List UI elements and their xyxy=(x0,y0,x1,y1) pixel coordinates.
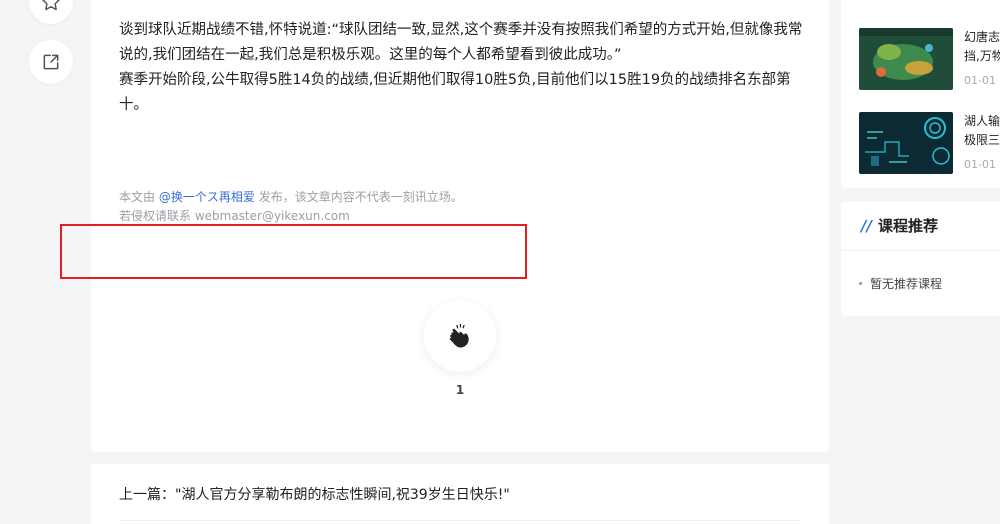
course-empty-text: 暂无推荐课程 xyxy=(870,277,943,291)
heading-mark: // xyxy=(861,216,872,235)
prev-label: 上一篇： xyxy=(119,487,175,503)
favorite-button[interactable] xyxy=(29,0,73,24)
course-heading: // 课程推荐 xyxy=(861,215,938,236)
hot-articles-card: 幻唐志 挡,万物 01-01 1 湖人输 极限三 01-01 1 xyxy=(841,0,1000,188)
share-button[interactable] xyxy=(29,40,73,84)
article-paragraph: 谈到球队近期战绩不错,怀特说道:“球队团结一致,显然,这个赛季并没有按照我们希望… xyxy=(119,22,803,63)
clap-count: 1 xyxy=(455,383,465,397)
disclaimer-suffix: 发布，该文章内容不代表一刻讯立场。 xyxy=(258,190,463,204)
article-disclaimer: 本文由 @换一个ス再相爱 发布，该文章内容不代表一刻讯立场。 若侵权请联系 we… xyxy=(119,188,463,226)
divider xyxy=(119,520,801,521)
article-thumbnail[interactable] xyxy=(859,112,953,174)
clap-icon xyxy=(449,323,469,348)
share-icon xyxy=(43,54,59,70)
hot-item-title[interactable]: 湖人输 极限三 xyxy=(964,112,1000,150)
course-heading-text: 课程推荐 xyxy=(877,217,938,235)
prev-article-card: 上一篇："湖人官方分享勒布朗的标志性瞬间,祝39岁生日快乐!" xyxy=(91,464,829,524)
hot-item-date: 01-01 1 xyxy=(964,74,1000,87)
article-paragraph: 赛季开始阶段,公牛取得5胜14负的战绩,但近期他们取得10胜5负,目前他们以15… xyxy=(119,72,791,113)
prev-title: "湖人官方分享勒布朗的标志性瞬间,祝39岁生日快乐!" xyxy=(175,487,510,503)
hot-item-title-line: 幻唐志 xyxy=(964,30,1000,44)
bullet-icon xyxy=(859,282,862,285)
hot-item-title-line: 挡,万物 xyxy=(964,49,1000,63)
hot-item-title-line: 湖人输 xyxy=(964,114,1000,128)
highlight-box xyxy=(60,224,527,279)
hot-item-date: 01-01 1 xyxy=(964,158,1000,171)
star-icon xyxy=(41,0,61,11)
course-recommend-card: // 课程推荐 暂无推荐课程 xyxy=(841,202,1000,316)
disclaimer-prefix: 本文由 xyxy=(119,190,156,204)
divider xyxy=(841,250,1000,251)
article-body: 谈到球队近期战绩不错,怀特说道:“球队团结一致,显然,这个赛季并没有按照我们希望… xyxy=(119,12,809,118)
hot-item-title[interactable]: 幻唐志 挡,万物 xyxy=(964,28,1000,66)
article-thumbnail[interactable] xyxy=(859,28,953,90)
hot-item-title-line: 极限三 xyxy=(964,133,1000,147)
prev-article-link[interactable]: 上一篇："湖人官方分享勒布朗的标志性瞬间,祝39岁生日快乐!" xyxy=(119,484,510,504)
course-empty-item: 暂无推荐课程 xyxy=(859,275,942,292)
clap-button[interactable] xyxy=(424,300,496,372)
author-link[interactable]: @换一个ス再相爱 xyxy=(159,190,255,204)
clipped-line xyxy=(119,8,809,14)
